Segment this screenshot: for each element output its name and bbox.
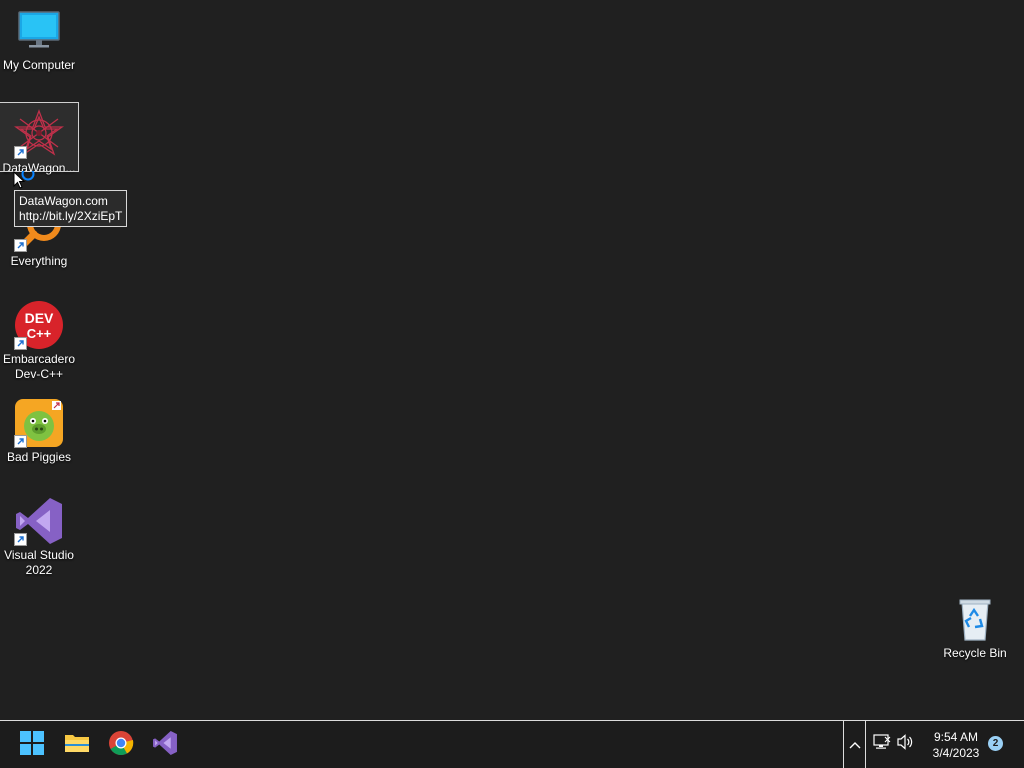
shortcut-arrow-icon (14, 533, 27, 546)
devcpp-icon-text-line1: DEV (25, 310, 54, 326)
mouse-cursor-icon (13, 167, 37, 198)
desktop-icon-bad-piggies[interactable]: Bad Piggies (0, 392, 78, 465)
visual-studio-icon (14, 496, 64, 546)
network-icon (873, 733, 891, 755)
clock-date: 3/4/2023 (932, 746, 980, 760)
desktop-icon-label: Visual Studio 2022 (4, 548, 74, 577)
desktop-icon-visual-studio[interactable]: Visual Studio 2022 (0, 490, 78, 578)
computer-icon (14, 6, 64, 56)
chrome-icon (108, 730, 134, 761)
desktop[interactable]: My Computer DataWagon... Everything DEV … (0, 0, 1024, 720)
network-button[interactable] (873, 733, 891, 755)
desktop-icon-recycle-bin[interactable]: Recycle Bin (936, 588, 1014, 661)
folder-icon (64, 732, 90, 759)
volume-button[interactable] (897, 733, 915, 755)
desktop-icon-label: Embarcadero Dev-C++ (2, 352, 76, 381)
show-hidden-icons-button[interactable] (843, 721, 866, 768)
desktop-icon-devcpp[interactable]: DEV C++ Embarcadero Dev-C++ (0, 294, 78, 382)
visual-studio-icon (152, 730, 178, 761)
tooltip-line-url: http://bit.ly/2XziEpT (19, 209, 123, 223)
clock-time: 9:54 AM (933, 730, 979, 744)
shortcut-arrow-icon (14, 239, 27, 252)
notification-count-badge[interactable]: 2 (988, 736, 1003, 751)
file-explorer-button[interactable] (61, 729, 93, 761)
desktop-icon-my-computer[interactable]: My Computer (0, 0, 78, 73)
taskbar: 9:54 AM 3/4/2023 (0, 720, 1024, 768)
bad-piggies-icon (14, 398, 64, 448)
chevron-up-icon (849, 736, 861, 754)
recycle-bin-icon (950, 594, 1000, 644)
shortcut-arrow-icon (14, 337, 27, 350)
devcpp-icon: DEV C++ (14, 300, 64, 350)
chrome-button[interactable] (105, 729, 137, 761)
clock-button[interactable]: 9:54 AM 3/4/2023 (922, 729, 990, 761)
volume-icon (897, 733, 915, 755)
desktop-icon-label: Recycle Bin (943, 646, 1007, 660)
desktop-icon-label: Bad Piggies (6, 450, 72, 464)
windows-logo-icon (20, 730, 44, 760)
datawagon-icon (13, 109, 65, 159)
shortcut-arrow-icon (14, 146, 27, 159)
devcpp-icon-text-line2: C++ (27, 326, 52, 341)
start-button[interactable] (16, 729, 48, 761)
desktop-icon-label: Everything (10, 254, 68, 268)
shortcut-arrow-icon (14, 435, 27, 448)
desktop-icon-label: DataWagon... (2, 161, 76, 175)
desktop-icon-label: My Computer (2, 58, 76, 72)
visual-studio-button[interactable] (149, 729, 181, 761)
desktop-icon-datawagon[interactable]: DataWagon... (0, 102, 79, 175)
